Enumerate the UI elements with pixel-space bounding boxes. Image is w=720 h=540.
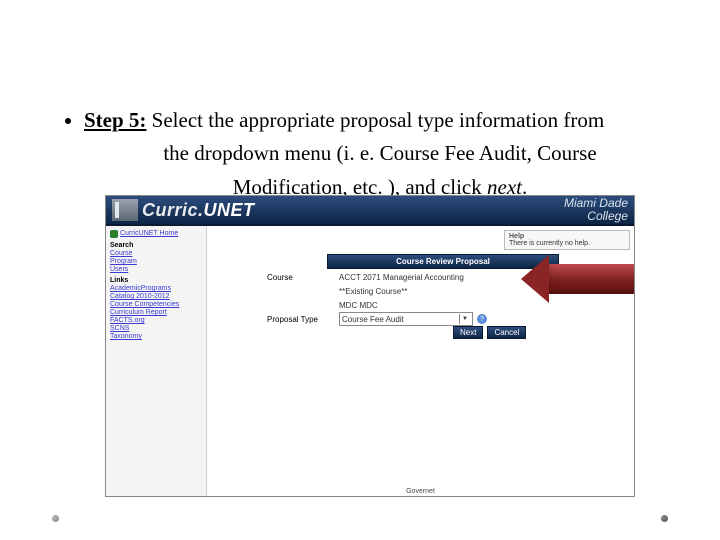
sidebar-link[interactable]: Taxonomy — [110, 333, 202, 340]
proposal-type-select[interactable]: Course Fee Audit ▼ — [339, 312, 473, 326]
home-icon — [110, 230, 118, 238]
sidebar-link[interactable]: FACTS.org — [110, 317, 202, 324]
course-label: Course — [267, 273, 339, 282]
sidebar-link[interactable]: Course Competencies — [110, 301, 202, 308]
help-icon[interactable]: ? — [477, 314, 487, 324]
decorative-dots — [0, 515, 720, 540]
next-button[interactable]: Next — [453, 326, 483, 339]
sidebar-link[interactable]: Curriculum Report — [110, 309, 202, 316]
logo: Curric.UNET — [112, 199, 255, 221]
dot-icon — [661, 515, 668, 522]
dot-icon — [52, 515, 59, 522]
main-panel: Help There is currently no help. Course … — [207, 226, 634, 497]
logo-mark-icon — [112, 199, 138, 221]
cancel-button[interactable]: Cancel — [487, 326, 526, 339]
sidebar-item-course[interactable]: Course — [110, 250, 202, 257]
course-value: ACCT 2071 Managerial Accounting — [339, 273, 587, 282]
sidebar-item-users[interactable]: Users — [110, 266, 202, 273]
footer-text: Governet — [406, 488, 435, 495]
sidebar: CurricUNET Home Search Course Program Us… — [106, 226, 207, 497]
help-box: Help There is currently no help. — [504, 230, 630, 250]
proposal-type-value: Course Fee Audit — [342, 315, 404, 324]
links-header: Links — [110, 277, 202, 284]
sidebar-link[interactable]: AcademicPrograms — [110, 285, 202, 292]
chevron-down-icon: ▼ — [459, 314, 470, 324]
sidebar-item-program[interactable]: Program — [110, 258, 202, 265]
app-header: Curric.UNET Miami DadeCollege — [106, 196, 634, 226]
instruction-line1: Step 5: Select the appropriate proposal … — [84, 105, 676, 202]
sidebar-link[interactable]: SCNS — [110, 325, 202, 332]
brand-name: Miami DadeCollege — [564, 197, 628, 222]
proposal-form: CourseACCT 2071 Managerial Accounting **… — [267, 270, 587, 326]
instruction-text: Step 5: Select the appropriate proposal … — [44, 105, 676, 202]
embedded-screenshot: Curric.UNET Miami DadeCollege CurricUNET… — [105, 195, 635, 497]
proposal-type-label: Proposal Type — [267, 315, 339, 324]
sidebar-home[interactable]: CurricUNET Home — [110, 229, 202, 238]
search-header: Search — [110, 242, 202, 249]
sidebar-link[interactable]: Catalog 2010-2012 — [110, 293, 202, 300]
review-title-bar: Course Review Proposal — [327, 254, 559, 269]
existing-course-note: **Existing Course** — [339, 287, 587, 296]
college-value: MDC MDC — [339, 301, 587, 310]
